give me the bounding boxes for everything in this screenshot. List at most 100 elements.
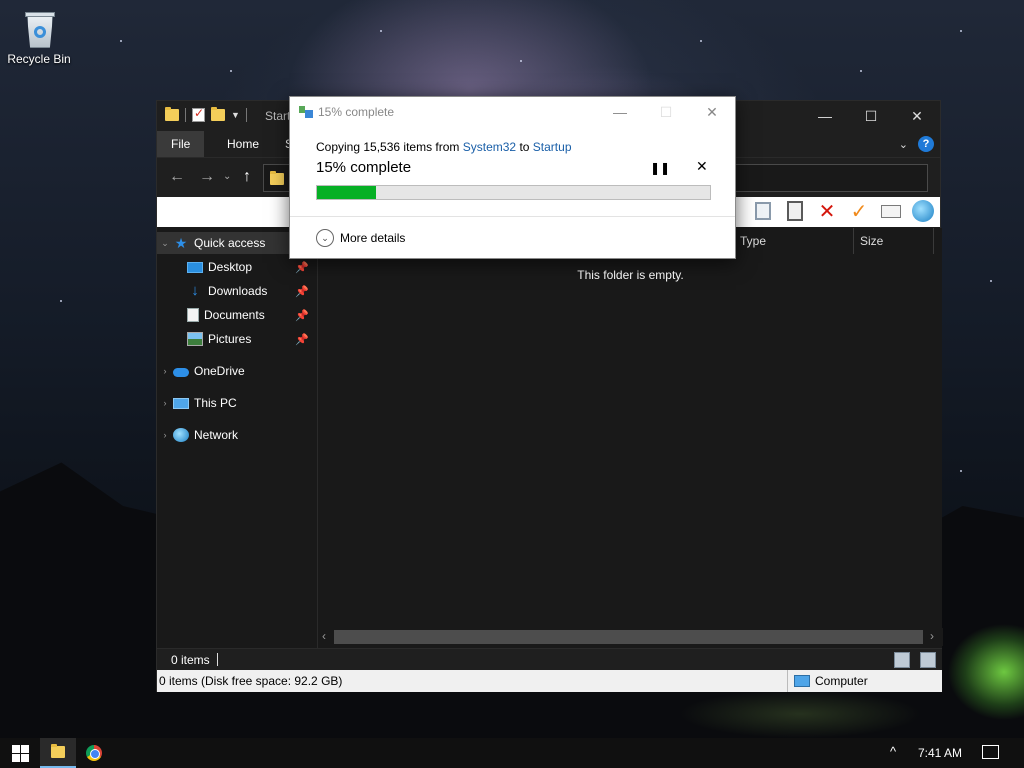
window-controls: — ☐ ✕ <box>802 101 940 131</box>
minimize-button[interactable]: — <box>802 101 848 131</box>
more-details-button[interactable]: ⌄ More details <box>316 229 405 247</box>
view-buttons <box>894 652 936 668</box>
document-icon <box>187 308 199 322</box>
copy-operation-icon <box>299 106 313 118</box>
sidebar-item-pictures[interactable]: Pictures 📌 <box>157 328 315 350</box>
pin-icon[interactable]: 📌 <box>295 309 309 322</box>
show-hidden-icons-chevron-icon[interactable]: ^ <box>890 744 896 759</box>
status-divider <box>217 653 218 666</box>
sidebar-item-downloads[interactable]: ↓ Downloads 📌 <box>157 280 315 302</box>
horizontal-scrollbar[interactable]: ‹ › <box>318 628 943 646</box>
details-view-icon[interactable] <box>894 652 910 668</box>
paste-icon[interactable] <box>784 200 806 222</box>
source-link[interactable]: System32 <box>463 140 516 154</box>
dialog-close-button[interactable]: ✕ <box>689 97 735 127</box>
windows-logo-icon <box>11 744 29 762</box>
copy-prefix-text: Copying 15,536 items from <box>316 140 463 154</box>
pause-icon[interactable]: ❚❚ <box>650 161 670 175</box>
delete-icon[interactable]: ✕ <box>816 200 838 223</box>
column-divider[interactable] <box>853 228 854 254</box>
sidebar-item-documents[interactable]: Documents 📌 <box>157 304 315 326</box>
sidebar-item-onedrive[interactable]: › OneDrive <box>157 360 315 382</box>
taskbar-chrome[interactable] <box>76 738 112 768</box>
star-icon: ★ <box>174 235 188 251</box>
file-explorer-icon <box>51 744 65 758</box>
new-folder-icon[interactable] <box>211 107 225 121</box>
cancel-icon[interactable]: ✕ <box>696 158 708 175</box>
recycle-bin-desktop-icon[interactable]: Recycle Bin <box>4 8 74 66</box>
status-location-label: Computer <box>815 674 868 688</box>
column-header-size[interactable]: Size <box>860 234 883 248</box>
collapse-chevron-icon[interactable]: ⌄ <box>157 238 173 249</box>
expand-chevron-icon[interactable]: › <box>157 430 173 440</box>
ribbon-right-controls: ⌄ ? <box>899 136 934 152</box>
maximize-button[interactable]: ☐ <box>848 101 894 131</box>
pin-icon[interactable]: 📌 <box>295 333 309 346</box>
status-location: Computer <box>787 670 942 692</box>
back-arrow-icon[interactable]: ← <box>169 168 185 186</box>
up-arrow-icon[interactable]: ↑ <box>243 168 251 186</box>
status-bar: 0 items <box>157 648 942 670</box>
forward-arrow-icon[interactable]: → <box>199 168 215 186</box>
cloud-icon <box>173 368 189 377</box>
dialog-divider <box>290 216 735 217</box>
separator <box>185 108 186 122</box>
column-divider[interactable] <box>933 228 934 254</box>
help-icon[interactable]: ? <box>918 136 934 152</box>
computer-icon <box>794 675 810 687</box>
download-arrow-icon: ↓ <box>191 282 199 299</box>
scrollbar-thumb[interactable] <box>334 630 923 644</box>
file-list-area[interactable]: Type Size This folder is empty. ‹ › <box>317 228 943 648</box>
progress-bar-fill <box>317 186 376 199</box>
taskbar: ^ 7:41 AM <box>0 738 1024 768</box>
sidebar-item-label: Quick access <box>194 236 266 250</box>
pin-icon[interactable]: 📌 <box>295 261 309 274</box>
legacy-status-bar: 0 items (Disk free space: 92.2 GB) Compu… <box>157 670 942 692</box>
picture-icon <box>187 332 203 346</box>
clock[interactable]: 7:41 AM <box>918 746 962 760</box>
navigation-pane: ⌄ ★ Quick access Desktop 📌 ↓ Downloads 📌… <box>157 228 315 648</box>
taskbar-file-explorer[interactable] <box>40 738 76 768</box>
tab-file[interactable]: File <box>157 131 205 157</box>
sidebar-item-this-pc[interactable]: › This PC <box>157 392 315 414</box>
explorer-content: ⌄ ★ Quick access Desktop 📌 ↓ Downloads 📌… <box>157 228 943 648</box>
checkmark-icon[interactable]: ✓ <box>848 200 870 223</box>
to-text: to <box>516 140 533 154</box>
toolbar-icons: ✕ ✓ <box>752 200 934 223</box>
start-button[interactable] <box>0 738 40 768</box>
globe-icon[interactable] <box>912 200 934 222</box>
expand-chevron-icon[interactable]: › <box>157 366 173 376</box>
sidebar-item-desktop[interactable]: Desktop 📌 <box>157 256 315 278</box>
sidebar-item-label: Downloads <box>208 284 268 298</box>
dialog-titlebar[interactable]: 15% complete — ☐ ✕ <box>290 97 735 127</box>
expand-ribbon-icon[interactable]: ⌄ <box>899 138 908 151</box>
sidebar-item-label: Desktop <box>208 260 253 274</box>
disk-free-space-text: 0 items (Disk free space: 92.2 GB) <box>159 674 343 688</box>
desktop-icon <box>187 261 203 273</box>
ground-glow <box>650 690 950 738</box>
expand-chevron-icon[interactable]: › <box>157 398 173 408</box>
large-icons-view-icon[interactable] <box>920 652 936 668</box>
customize-dropdown-icon[interactable]: ▼ <box>231 110 240 120</box>
scroll-right-icon[interactable]: › <box>930 629 934 643</box>
folder-icon <box>270 171 284 185</box>
dialog-minimize-button[interactable]: — <box>597 97 643 127</box>
tab-home[interactable]: Home <box>213 131 273 157</box>
mail-icon[interactable] <box>880 200 902 222</box>
scroll-left-icon[interactable]: ‹ <box>322 629 326 643</box>
copy-icon[interactable] <box>752 200 774 222</box>
properties-icon[interactable] <box>192 106 205 122</box>
destination-link[interactable]: Startup <box>533 140 572 154</box>
sidebar-item-label: Network <box>194 428 239 442</box>
sidebar-item-label: Documents <box>204 308 265 322</box>
pin-icon[interactable]: 📌 <box>295 285 309 298</box>
sidebar-item-network[interactable]: › Network <box>157 424 315 446</box>
close-button[interactable]: ✕ <box>894 101 940 131</box>
action-center-icon[interactable] <box>982 745 999 759</box>
item-count: 0 items <box>171 653 210 667</box>
recent-locations-icon[interactable]: ⌄ <box>223 171 231 182</box>
empty-folder-message: This folder is empty. <box>577 268 684 282</box>
copy-progress-dialog: 15% complete — ☐ ✕ Copying 15,536 items … <box>289 96 736 259</box>
more-details-label: More details <box>340 231 406 245</box>
column-header-type[interactable]: Type <box>740 234 766 248</box>
